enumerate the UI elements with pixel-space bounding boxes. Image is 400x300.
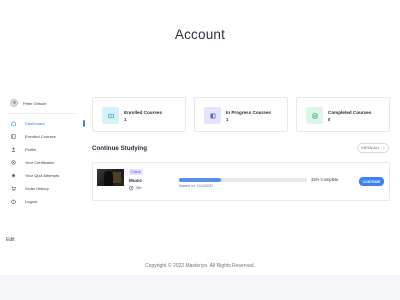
avatar <box>10 99 18 107</box>
sidebar-item-profile[interactable]: Profile <box>7 143 79 156</box>
user-name: Peter Grissin <box>23 100 47 106</box>
sidebar-item-logout[interactable]: Logout <box>7 195 79 208</box>
duration-text: 28h <box>135 186 142 191</box>
sidebar-item-label: Dashboard <box>25 121 45 126</box>
clock-icon <box>129 186 134 191</box>
stat-card-completed-courses[interactable]: Completed Courses 0 <box>296 97 390 132</box>
stat-label: In Progress Courses <box>226 110 271 115</box>
sidebar-item-order-history[interactable]: Order History <box>7 182 79 195</box>
sidebar-item-certificates[interactable]: Your Certificates <box>7 156 79 169</box>
cart-icon <box>10 186 16 192</box>
continue-button[interactable]: CONTINUE <box>359 177 384 186</box>
active-indicator <box>83 120 85 127</box>
sidebar-item-label: Your Quiz Attempts <box>25 173 60 178</box>
certificate-icon <box>10 160 16 166</box>
dashboard-icon <box>10 121 16 127</box>
user-profile: Peter Grissin <box>10 97 79 109</box>
footer-copyright: Copyright © 2022 Masteriyo. All Rights R… <box>145 263 255 269</box>
sidebar-item-enrolled-courses[interactable]: Enrolled Courses <box>7 130 79 143</box>
footer-band <box>0 275 400 300</box>
course-thumbnail[interactable] <box>97 169 124 186</box>
sidebar-item-quiz-attempts[interactable]: Your Quiz Attempts <box>7 169 79 182</box>
logout-icon <box>10 199 16 205</box>
chevron-right-icon: › <box>383 145 385 151</box>
stat-card-enrolled-courses[interactable]: Enrolled Courses 1 <box>92 97 186 132</box>
completed-courses-icon <box>306 107 323 124</box>
course-progress-fill <box>179 178 222 182</box>
stat-count: 1 <box>226 117 229 122</box>
course-title[interactable]: Music <box>129 178 142 183</box>
star-icon <box>10 173 16 179</box>
sidebar-item-label: Logout <box>25 199 38 204</box>
thumbnail-figure <box>104 171 113 186</box>
book-icon <box>10 134 16 140</box>
page-title: Account <box>174 27 226 42</box>
show-all-button[interactable]: SHOW ALL › <box>357 143 389 153</box>
sidebar-item-label: Order History <box>25 186 49 191</box>
user-icon <box>10 147 16 153</box>
continue-studying-title: Continue Studying <box>92 145 147 152</box>
sidebar-item-label: Profile <box>25 147 37 152</box>
sidebar-divider <box>7 113 77 114</box>
stat-count: 0 <box>328 117 331 122</box>
course-progress-text: 33% Complete <box>311 177 339 182</box>
sidebar-item-label: Enrolled Courses <box>25 134 56 139</box>
course-duration: 28h <box>129 186 142 191</box>
course-card: Classic Music 28h Started on: 11/24/2022… <box>92 162 390 201</box>
in-progress-icon <box>204 107 221 124</box>
account-sidebar: Peter Grissin Dashboard Enrolled Courses… <box>7 97 85 208</box>
stat-label: Completed Courses <box>328 110 372 115</box>
stat-count: 1 <box>124 117 127 122</box>
edit-link[interactable]: Edit <box>6 237 15 243</box>
sidebar-item-label: Your Certificates <box>25 160 55 165</box>
enrolled-courses-icon <box>102 107 119 124</box>
course-progress-bar <box>179 178 307 182</box>
course-started-date: Started on: 11/24/2022 <box>179 184 214 188</box>
show-all-label: SHOW ALL <box>361 146 381 150</box>
stat-card-in-progress-courses[interactable]: In Progress Courses 1 <box>194 97 288 132</box>
stat-label: Enrolled Courses <box>124 110 163 115</box>
sidebar-item-dashboard[interactable]: Dashboard <box>7 117 85 130</box>
course-category-tag[interactable]: Classic <box>129 169 143 175</box>
